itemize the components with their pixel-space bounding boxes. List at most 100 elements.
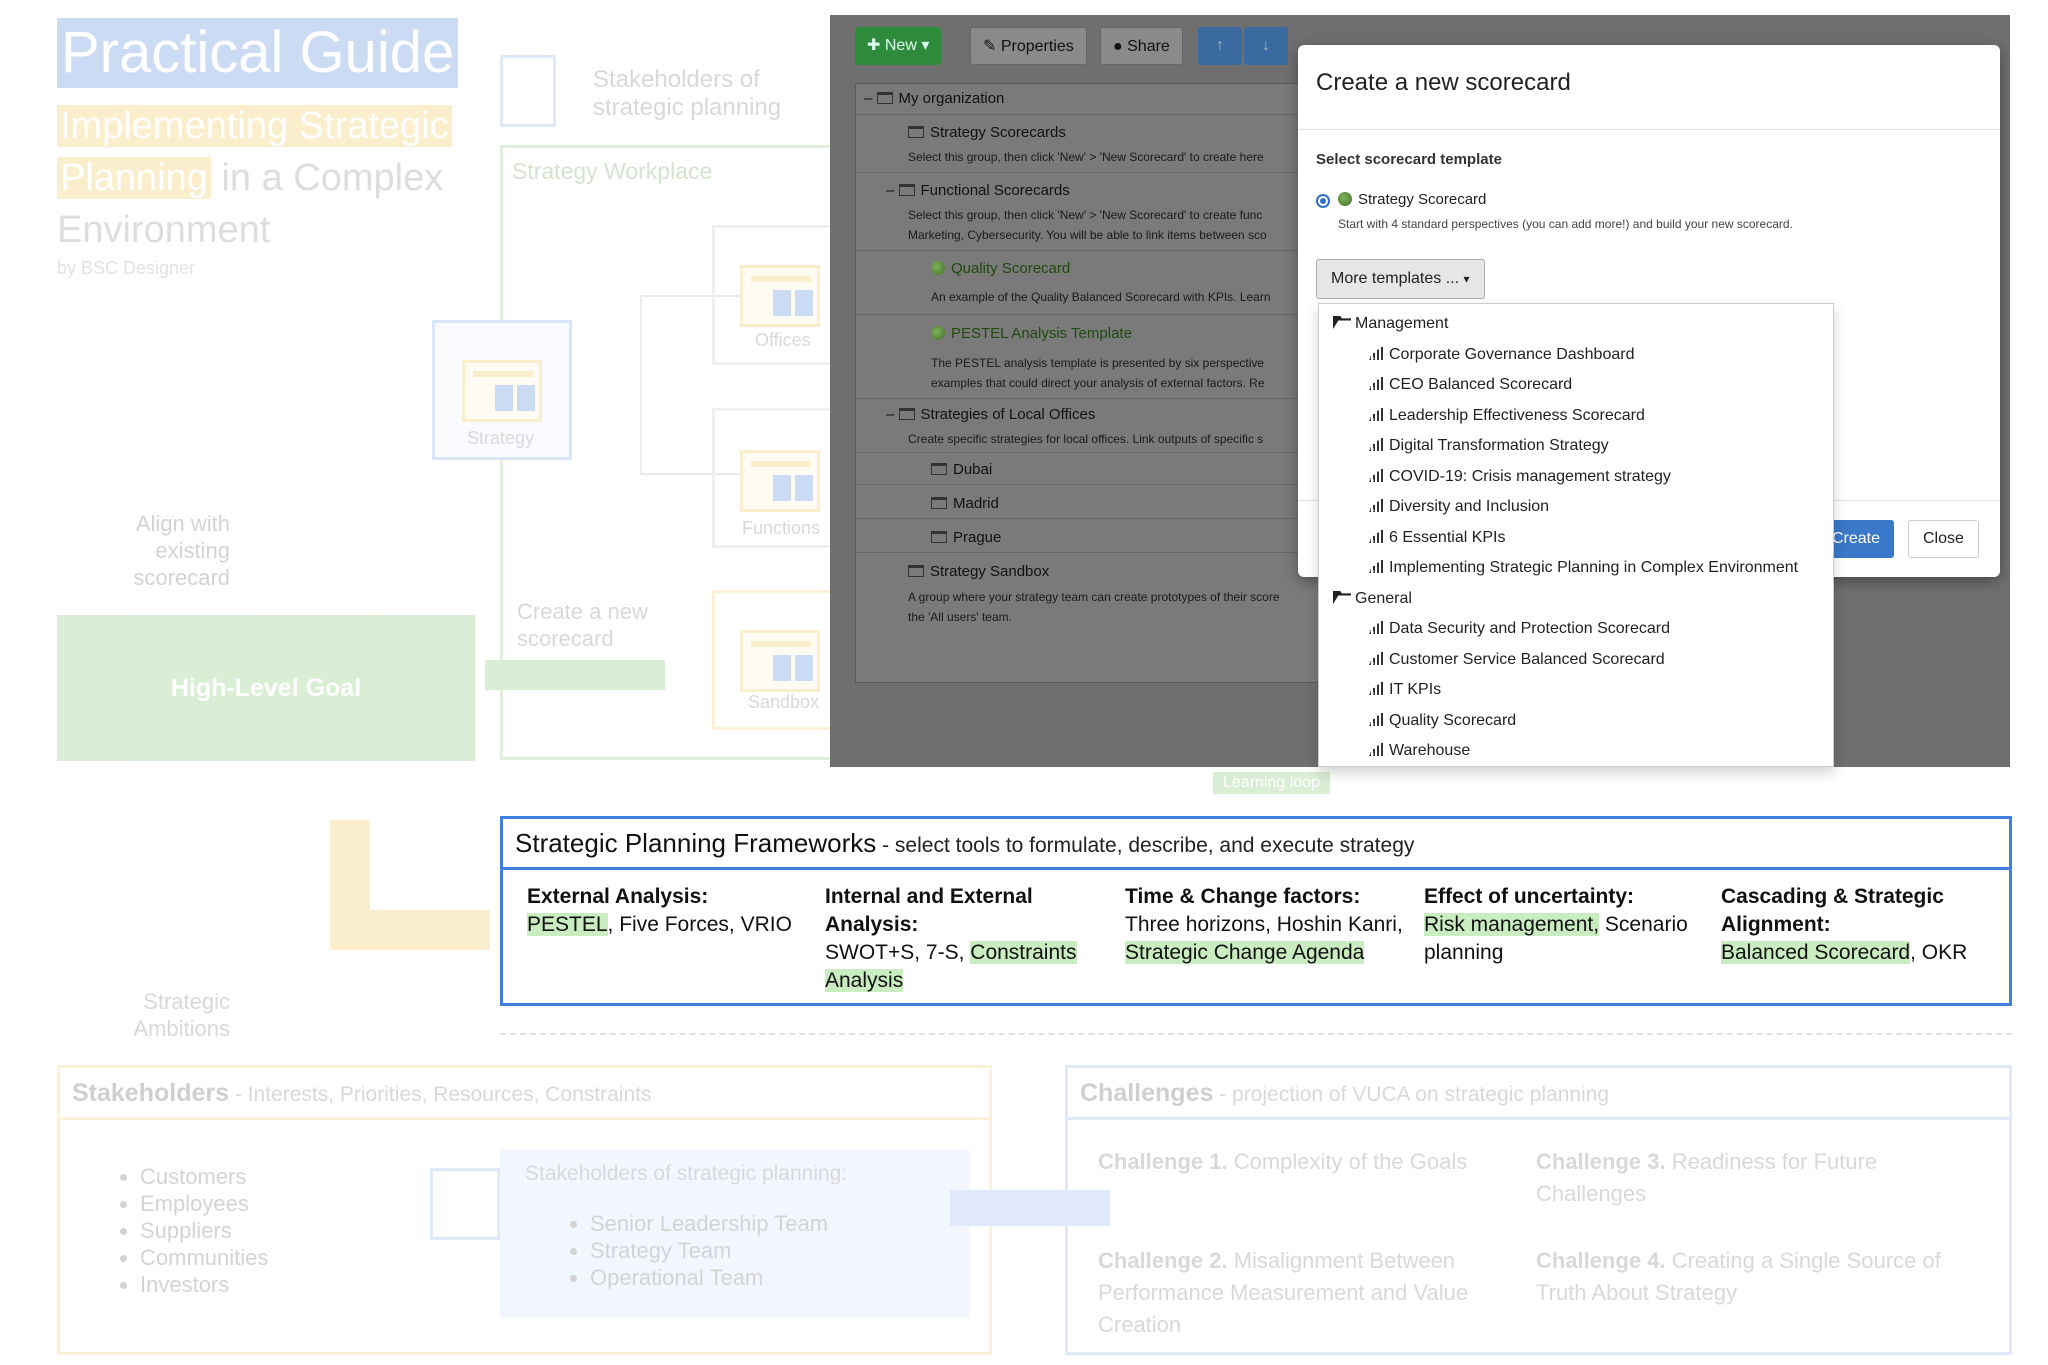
menu-item[interactable]: Quality Scorecard	[1369, 712, 1516, 730]
menu-item-label: COVID-19: Crisis management strategy	[1389, 468, 1671, 485]
new-button[interactable]: ✚ New ▾	[855, 27, 942, 65]
tree-item-label: PESTEL Analysis Template	[951, 325, 1132, 342]
subtitle-rest-2: Environment	[57, 209, 271, 251]
tree-item-desc: Select this group, then click 'New' > 'N…	[908, 150, 1264, 164]
arrow-down-icon: ↓	[1262, 37, 1270, 54]
tree-item-prague[interactable]: Prague	[931, 529, 1001, 546]
folder-icon	[898, 184, 915, 196]
list-item: Operational Team	[590, 1264, 828, 1291]
tree-item-label: Dubai	[953, 461, 993, 478]
challenges-box: Challenges - projection of VUCA on strat…	[1065, 1065, 2012, 1355]
framework-link[interactable]: Risk management,	[1424, 913, 1600, 936]
properties-button[interactable]: ✎ Properties	[970, 27, 1087, 65]
framework-column: Cascading & Strategic Alignment: Balance…	[1721, 883, 1991, 967]
menu-item[interactable]: IT KPIs	[1369, 681, 1441, 699]
menu-item[interactable]: Implementing Strategic Planning in Compl…	[1369, 559, 1798, 577]
share-button[interactable]: ● Share	[1100, 27, 1183, 65]
framework-column: External Analysis: PESTEL, Five Forces, …	[527, 883, 817, 939]
frameworks-subtitle: - select tools to formulate, describe, a…	[876, 834, 1415, 857]
tree-item-madrid[interactable]: Madrid	[931, 495, 999, 512]
tree-item-strategy-scorecards[interactable]: Strategy Scorecards	[908, 124, 1066, 141]
caret-down-icon: ▾	[1463, 272, 1470, 286]
globe-icon	[1338, 192, 1352, 206]
tree-item-quality-scorecard[interactable]: Quality Scorecard	[931, 260, 1070, 277]
framework-heading: External Analysis:	[527, 885, 709, 908]
menu-item[interactable]: Customer Service Balanced Scorecard	[1369, 651, 1665, 669]
menu-group-label: Management	[1355, 315, 1449, 332]
tree-item-dubai[interactable]: Dubai	[931, 461, 992, 478]
tree-separator	[856, 250, 1346, 251]
templates-dropdown: Management Corporate Governance Dashboar…	[1318, 303, 1834, 767]
framework-link[interactable]: Strategic Change Agenda	[1125, 941, 1365, 964]
sandbox-doc-icon	[740, 630, 820, 692]
tree-root-label: My organization	[898, 90, 1005, 107]
strategy-workplace-label: Strategy Workplace	[512, 158, 713, 184]
framework-link[interactable]: Balanced Scorecard	[1721, 941, 1911, 964]
challenges-subtitle: - projection of VUCA on strategic planni…	[1213, 1083, 1610, 1106]
tree-separator	[856, 114, 1346, 115]
arrow-up-icon: ↑	[1216, 37, 1224, 54]
radio-label[interactable]: Strategy Scorecard	[1338, 191, 1486, 208]
list-item: Communities	[140, 1244, 268, 1271]
folder-icon	[931, 497, 947, 509]
strategy-doc-icon	[462, 360, 542, 422]
close-button[interactable]: Close	[1908, 520, 1979, 558]
stakeholders-box: Stakeholders - Interests, Priorities, Re…	[57, 1065, 992, 1355]
menu-item-label: Digital Transformation Strategy	[1389, 437, 1609, 454]
list-item: Employees	[140, 1190, 268, 1217]
tree-item-strategy-sandbox[interactable]: Strategy Sandbox	[908, 563, 1049, 580]
menu-item[interactable]: CEO Balanced Scorecard	[1369, 376, 1572, 394]
tree-item-desc: The PESTEL analysis template is presente…	[931, 356, 1265, 370]
menu-item[interactable]: Corporate Governance Dashboard	[1369, 346, 1634, 364]
list-item: Investors	[140, 1271, 268, 1298]
framework-heading: Cascading & Strategic Alignment:	[1721, 885, 1944, 936]
guide-title: Practical Guide	[57, 18, 459, 88]
strategic-ambitions-label: Strategic Ambitions	[133, 989, 230, 1041]
menu-item-label: Diversity and Inclusion	[1389, 498, 1550, 515]
menu-item[interactable]: COVID-19: Crisis management strategy	[1369, 468, 1671, 486]
properties-label: Properties	[1000, 38, 1074, 55]
menu-item[interactable]: Diversity and Inclusion	[1369, 498, 1549, 516]
stakeholders-header: Stakeholders - Interests, Priorities, Re…	[60, 1068, 989, 1120]
bar-chart-icon	[1369, 347, 1383, 360]
offices-doc-icon	[740, 265, 820, 327]
stakeholders-title: Stakeholders	[72, 1079, 230, 1107]
menu-item[interactable]: Warehouse	[1369, 742, 1470, 760]
list-item: Customers	[140, 1163, 268, 1190]
tree-item-pestel[interactable]: PESTEL Analysis Template	[931, 325, 1132, 342]
framework-text: , Five Forces, VRIO	[607, 913, 792, 936]
move-down-button[interactable]: ↓	[1244, 27, 1288, 65]
tree-item-label: Functional Scorecards	[920, 182, 1070, 199]
framework-link[interactable]: PESTEL	[527, 913, 608, 936]
menu-item[interactable]: Digital Transformation Strategy	[1369, 437, 1609, 455]
frameworks-header: Strategic Planning Frameworks - select t…	[503, 819, 2009, 870]
strategy-scorecard-radio[interactable]	[1316, 194, 1330, 208]
move-up-button[interactable]: ↑	[1198, 27, 1242, 65]
bar-chart-icon	[1369, 652, 1383, 665]
tree-item-label: Strategies of Local Offices	[920, 406, 1096, 423]
menu-item-label: Warehouse	[1389, 742, 1471, 759]
menu-item[interactable]: Data Security and Protection Scorecard	[1369, 620, 1670, 638]
challenge-3: Challenge 3. Readiness for Future Challe…	[1536, 1146, 1976, 1210]
menu-group-general[interactable]: General	[1333, 590, 1412, 608]
tree-separator	[856, 314, 1346, 315]
bar-chart-icon	[1369, 469, 1383, 482]
tree-item-desc: examples that could direct your analysis…	[931, 376, 1265, 390]
menu-item-label: Data Security and Protection Scorecard	[1389, 620, 1671, 637]
stakeholders-inner-icon	[430, 1168, 500, 1240]
byline: by BSC Designer	[57, 258, 196, 278]
tree-item-local-offices[interactable]: – Strategies of Local Offices	[886, 406, 1095, 423]
radio-description: Start with 4 standard perspectives (you …	[1338, 217, 1793, 231]
subtitle-highlight-1: Implementing Strategic	[57, 105, 452, 147]
menu-item[interactable]: Leadership Effectiveness Scorecard	[1369, 407, 1645, 425]
globe-icon	[931, 261, 945, 275]
menu-item[interactable]: 6 Essential KPIs	[1369, 529, 1506, 547]
tree-root[interactable]: – My organization	[864, 90, 1004, 107]
menu-item-label: 6 Essential KPIs	[1389, 529, 1506, 546]
more-templates-button[interactable]: More templates ... ▾	[1316, 259, 1485, 299]
menu-group-management[interactable]: Management	[1333, 315, 1448, 333]
tree-item-functional-scorecards[interactable]: – Functional Scorecards	[886, 182, 1070, 199]
tree-separator	[856, 398, 1346, 399]
functions-label: Functions	[742, 518, 821, 538]
tree-separator	[856, 484, 1346, 485]
